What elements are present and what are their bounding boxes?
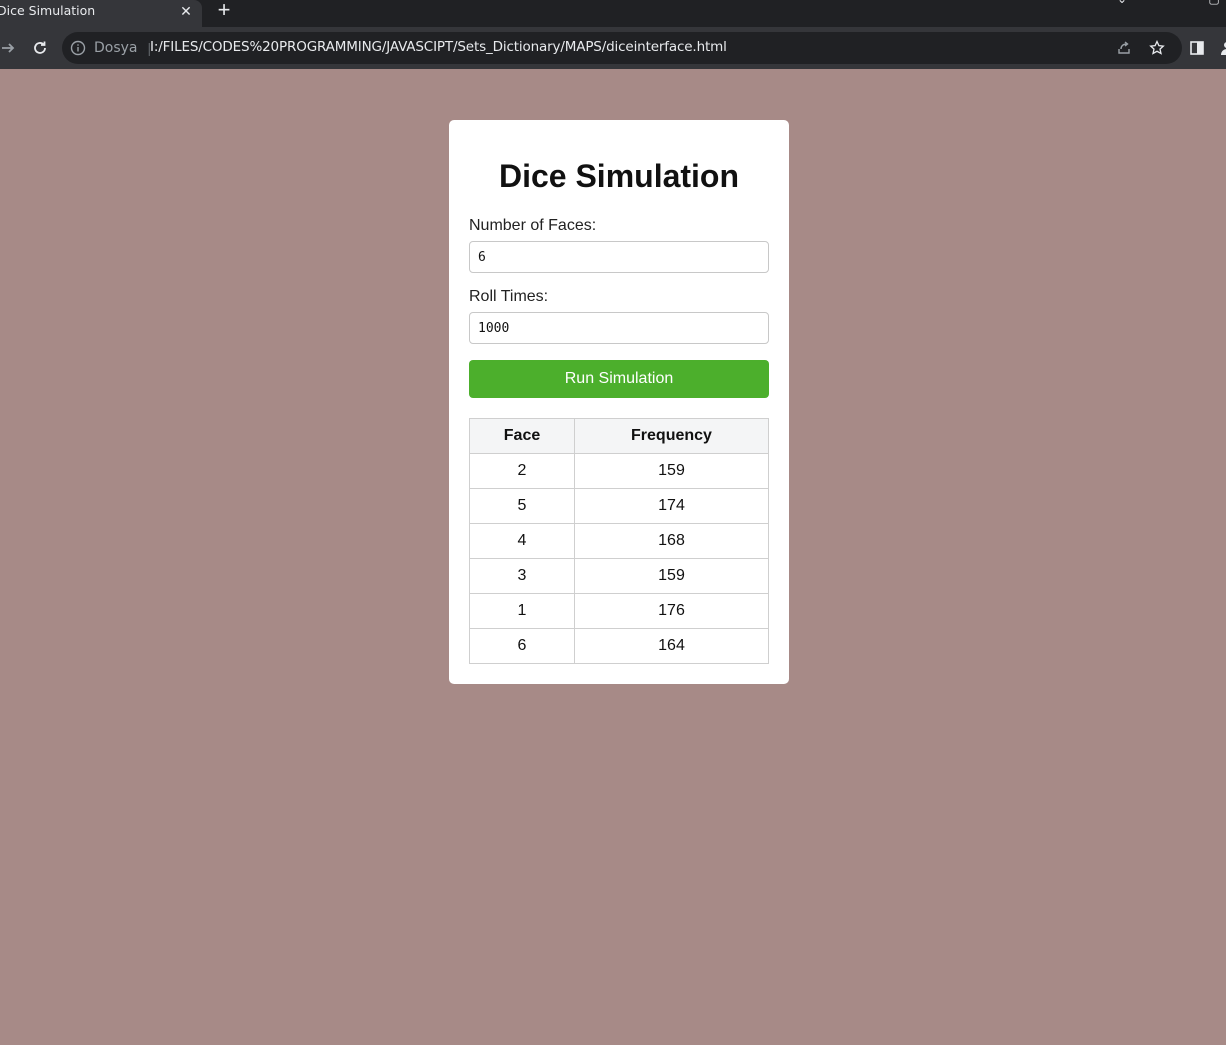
- run-simulation-button[interactable]: Run Simulation: [469, 360, 769, 398]
- face-cell: 1: [469, 593, 575, 629]
- face-cell: 5: [469, 488, 575, 524]
- forward-icon[interactable]: [0, 36, 20, 60]
- table-row: 3 159: [469, 558, 769, 594]
- table-row: 5 174: [469, 488, 769, 524]
- face-cell: 4: [469, 523, 575, 559]
- results-table: Face Frequency 2 159 5 174 4 168 3 159 1…: [469, 418, 769, 664]
- maximize-icon[interactable]: ▢: [1207, 0, 1221, 6]
- frequency-cell: 176: [574, 593, 769, 629]
- table-row: 4 168: [469, 523, 769, 559]
- table-header-row: Face Frequency: [469, 418, 769, 454]
- face-cell: 3: [469, 558, 575, 594]
- roll-times-label: Roll Times:: [469, 288, 549, 305]
- profile-icon[interactable]: [1215, 36, 1226, 60]
- site-info-label: Dosya: [94, 40, 138, 56]
- side-panel-icon[interactable]: [1185, 36, 1209, 60]
- frequency-cell: 168: [574, 523, 769, 559]
- table-row: 6 164: [469, 628, 769, 664]
- frequency-cell: 159: [574, 453, 769, 489]
- page-title: Dice Simulation: [498, 158, 740, 194]
- table-row: 1 176: [469, 593, 769, 629]
- face-cell: 6: [469, 628, 575, 664]
- reload-icon[interactable]: [28, 36, 52, 60]
- face-column-header: Face: [469, 418, 575, 454]
- info-icon: [70, 40, 86, 56]
- share-icon[interactable]: [1114, 38, 1134, 58]
- browser-toolbar: Dosya | I:/FILES/CODES%20PROGRAMMING/JAV…: [0, 27, 1226, 69]
- frequency-cell: 159: [574, 558, 769, 594]
- tab-strip: Dice Simulation ✕ + ⌄ ▢: [0, 0, 1226, 27]
- frequency-cell: 164: [574, 628, 769, 664]
- browser-tab[interactable]: Dice Simulation ✕: [0, 0, 202, 27]
- tab-title: Dice Simulation: [0, 3, 96, 18]
- faces-label: Number of Faces:: [469, 217, 597, 234]
- plus-icon[interactable]: +: [212, 0, 236, 22]
- face-cell: 2: [469, 453, 575, 489]
- frequency-cell: 174: [574, 488, 769, 524]
- site-info-button[interactable]: Dosya |: [70, 38, 151, 58]
- faces-input[interactable]: [469, 241, 769, 273]
- table-row: 2 159: [469, 453, 769, 489]
- chevron-down-icon[interactable]: ⌄: [1115, 0, 1129, 6]
- url-text[interactable]: I:/FILES/CODES%20PROGRAMMING/JAVASCIPT/S…: [150, 39, 727, 55]
- close-icon[interactable]: ✕: [176, 1, 196, 21]
- star-icon[interactable]: [1147, 38, 1167, 58]
- address-bar[interactable]: Dosya | I:/FILES/CODES%20PROGRAMMING/JAV…: [62, 32, 1182, 64]
- roll-times-input[interactable]: [469, 312, 769, 344]
- frequency-column-header: Frequency: [574, 418, 769, 454]
